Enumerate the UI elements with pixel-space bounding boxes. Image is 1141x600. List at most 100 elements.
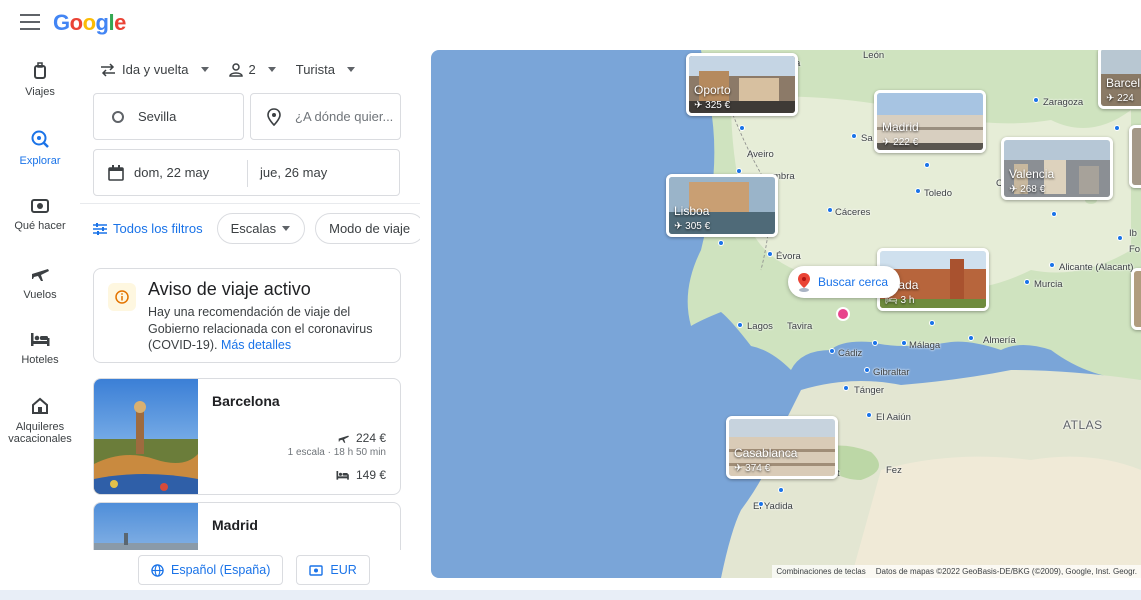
map-dot[interactable]	[866, 412, 872, 418]
map-dot[interactable]	[924, 162, 930, 168]
map-attribution: Combinaciones de teclas Datos de mapas ©…	[772, 565, 1141, 578]
map-dot[interactable]	[739, 125, 745, 131]
origin-location-marker[interactable]	[836, 307, 850, 321]
filters-bar: Todos los filtros Escalas Modo de viaje	[93, 213, 420, 244]
class-select[interactable]: Turista	[296, 62, 355, 77]
map-dot[interactable]	[1051, 211, 1057, 217]
stops-filter-chip[interactable]: Escalas	[216, 213, 306, 244]
nav-que-hacer[interactable]: Qué hacer	[0, 186, 80, 253]
destination-tile-valencia[interactable]: Valencia ✈ 268 €	[1001, 137, 1113, 200]
chevron-down-icon	[346, 67, 355, 72]
map-data-attribution: Datos de mapas ©2022 GeoBasis-DE/BKG (©2…	[875, 567, 1137, 576]
passengers-select[interactable]: 2	[228, 62, 276, 77]
keyboard-shortcuts-link[interactable]: Combinaciones de teclas	[776, 567, 865, 576]
location-pin-icon	[267, 107, 281, 126]
map-label: ATLAS	[1063, 418, 1103, 432]
return-date[interactable]: jue, 26 may	[260, 165, 327, 180]
destination-tile-oporto[interactable]: Oporto ✈ 325 €	[686, 53, 798, 116]
map-label: Aveiro	[747, 149, 774, 160]
travel-mode-chip[interactable]: Modo de viaje	[315, 213, 420, 244]
search-nearby-button[interactable]: Buscar cerca	[788, 266, 900, 298]
dates-field[interactable]: dom, 22 may jue, 26 may	[93, 149, 400, 196]
destination-tile-partial[interactable]	[1131, 268, 1141, 330]
map-dot[interactable]	[829, 348, 835, 354]
passengers-value: 2	[248, 62, 256, 77]
destination-placeholder: ¿A dónde quier...	[295, 109, 394, 124]
plane-icon	[338, 435, 349, 443]
nav-hoteles[interactable]: Hoteles	[0, 320, 80, 387]
map-dot[interactable]	[1033, 97, 1039, 103]
destination-tile-partial[interactable]	[1129, 125, 1141, 188]
all-filters-button[interactable]: Todos los filtros	[93, 221, 207, 236]
nav-explorar[interactable]: Explorar	[0, 119, 80, 186]
map-dot[interactable]	[901, 340, 907, 346]
bed-icon	[336, 471, 349, 480]
map-label: Zaragoza	[1043, 97, 1084, 108]
map-dot[interactable]	[851, 133, 857, 139]
origin-value: Sevilla	[138, 109, 177, 124]
map-dot[interactable]	[968, 335, 974, 341]
tile-price-value: 305 €	[685, 221, 711, 232]
map-label: Ib	[1129, 228, 1137, 239]
destination-field[interactable]: ¿A dónde quier...	[250, 93, 401, 140]
nav-label: Hoteles	[21, 354, 59, 366]
map-dot[interactable]	[827, 207, 833, 213]
origin-field[interactable]: Sevilla	[93, 93, 244, 140]
destination-tile-madrid[interactable]: Madrid ✈ 222 €	[874, 90, 986, 153]
destination-tile-barcelona[interactable]: Barcel ✈ 224	[1098, 50, 1141, 109]
hotel-price: 149 €	[335, 468, 386, 482]
nav-vuelos[interactable]: Vuelos	[0, 253, 80, 320]
map-dot[interactable]	[758, 501, 764, 507]
bottom-strip	[0, 590, 1141, 600]
language-button[interactable]: Español (España)	[138, 555, 284, 585]
tile-city: Oporto	[694, 83, 731, 97]
map-dot[interactable]	[737, 322, 743, 328]
travel-mode-label: Modo de viaje	[329, 221, 411, 236]
partial-tile-photo	[1132, 128, 1141, 185]
nav-label: Viajes	[25, 86, 55, 98]
map-dot[interactable]	[864, 367, 870, 373]
nav-label: Alquileres vacacionales	[8, 421, 72, 445]
map-label: Cáceres	[835, 207, 871, 218]
map-dot[interactable]	[1114, 125, 1120, 131]
result-card-madrid[interactable]: Madrid	[93, 502, 401, 550]
nav-label: Vuelos	[23, 289, 57, 301]
map-terrain	[687, 50, 1141, 578]
nav-label: Explorar	[19, 155, 61, 167]
destination-tile-lisboa[interactable]: Lisboa ✈ 305 €	[666, 174, 778, 237]
tile-price: ✈ 305 €	[674, 221, 711, 232]
google-logo[interactable]: Google	[53, 10, 126, 36]
nav-viajes[interactable]: Viajes	[0, 52, 80, 119]
flight-meta: 1 escala · 18 h 50 min	[287, 447, 386, 458]
flight-price: 224 €	[337, 431, 386, 445]
result-card-barcelona[interactable]: Barcelona 224 € 1 escala · 18 h 50 min 1…	[93, 378, 401, 495]
map-dot[interactable]	[1024, 279, 1030, 285]
map-dot[interactable]	[718, 240, 724, 246]
search-nearby-label: Buscar cerca	[818, 275, 889, 289]
map-label: El Aaiún	[876, 412, 911, 423]
trip-type-select[interactable]: Ida y vuelta	[100, 62, 209, 77]
map-dot[interactable]	[872, 340, 878, 346]
tile-city: Valencia	[1009, 167, 1055, 181]
map-dot[interactable]	[929, 320, 935, 326]
currency-button[interactable]: EUR	[296, 555, 370, 585]
map-dot[interactable]	[1049, 262, 1055, 268]
map-label: Cádiz	[838, 348, 863, 359]
map-dot[interactable]	[778, 487, 784, 493]
camera-icon	[31, 199, 49, 213]
menu-icon[interactable]	[20, 14, 40, 30]
map-label: Málaga	[909, 340, 941, 351]
origin-circle-icon	[112, 110, 124, 123]
map-dot[interactable]	[1117, 235, 1123, 241]
more-details-link[interactable]: Más detalles	[221, 338, 291, 352]
map-dot[interactable]	[767, 251, 773, 257]
explore-map[interactable]: León Zaragoza Aveiro mbra Sa Toledo Cáce…	[431, 50, 1141, 578]
nav-alquileres[interactable]: Alquileres vacacionales	[0, 387, 80, 454]
map-label: Tavira	[787, 321, 813, 332]
map-dot[interactable]	[843, 385, 849, 391]
depart-date[interactable]: dom, 22 may	[134, 165, 209, 180]
nav-label: Qué hacer	[14, 220, 66, 232]
destination-tile-casablanca[interactable]: Casablanca ✈ 374 €	[726, 416, 838, 479]
hotel-price-value: 149 €	[355, 468, 386, 482]
map-dot[interactable]	[915, 188, 921, 194]
